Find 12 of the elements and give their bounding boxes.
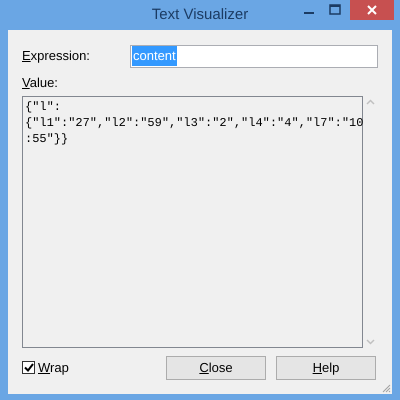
value-label: Value: [22, 74, 59, 92]
resize-grip-icon[interactable] [381, 382, 391, 392]
window-title: Text Visualizer [152, 4, 248, 25]
dialog-button[interactable]: Close [166, 356, 266, 380]
close-icon [367, 5, 377, 15]
close-window-button[interactable] [350, 0, 394, 20]
wrap-checkbox[interactable] [22, 361, 35, 374]
dialog-button[interactable]: Help [276, 356, 376, 380]
value-text-area[interactable]: {"l": {"l1":"27","l2":"59","l3":"2","l4":"4","l7":"10 :55"}} [22, 96, 363, 348]
check-icon [24, 363, 34, 372]
expression-label: Expression: [22, 47, 91, 66]
wrap-label: Wrap [38, 358, 69, 377]
